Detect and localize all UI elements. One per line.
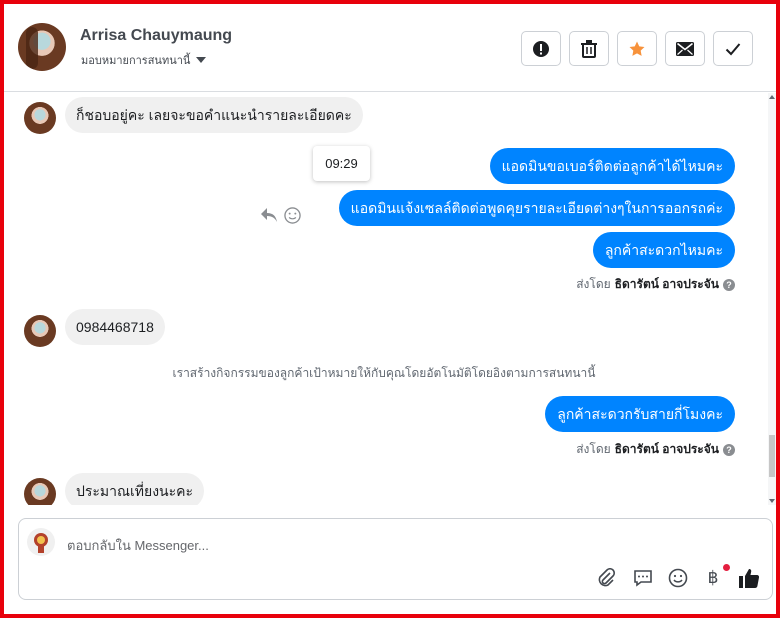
trash-icon — [581, 39, 597, 58]
sent-by-meta: ส่งโดย ธิดารัตน์ อาจประจัน ? — [576, 440, 735, 459]
saved-replies-button[interactable] — [631, 566, 655, 590]
sent-by-meta: ส่งโดย ธิดารัตน์ อาจประจัน ? — [576, 275, 735, 294]
incoming-message[interactable]: 0984468718 — [65, 309, 165, 345]
chat-icon — [634, 570, 652, 587]
contact-avatar-small — [24, 478, 56, 505]
help-icon[interactable]: ? — [723, 443, 735, 456]
help-icon[interactable]: ? — [723, 278, 735, 291]
caret-down-icon — [196, 57, 207, 63]
outgoing-message[interactable]: ลูกค้าสะดวกไหมคะ — [592, 232, 735, 268]
emoji-icon — [668, 568, 688, 588]
scroll-down-icon[interactable] — [769, 499, 775, 503]
sent-by-label: ส่งโดย — [576, 277, 611, 291]
time-tooltip: 09:29 — [313, 146, 370, 181]
notification-dot — [723, 564, 730, 571]
sent-by-name: ธิดารัตน์ อาจประจัน — [614, 277, 719, 291]
incoming-message[interactable]: ก็ชอบอยู่คะ เลยจะขอคำแนะนำรายละเอียดคะ — [65, 97, 363, 133]
assign-dropdown[interactable]: มอบหมายการสนทนานี้ — [81, 51, 207, 69]
like-button[interactable] — [737, 566, 761, 590]
check-icon — [725, 42, 741, 55]
outgoing-message[interactable]: ลูกค้าสะดวกรับสายกี่โมงคะ — [545, 396, 735, 432]
baht-icon: ฿ — [707, 568, 719, 588]
delete-button[interactable] — [569, 31, 609, 66]
star-button[interactable] — [617, 31, 657, 66]
reply-input[interactable]: ตอบกลับใน Messenger... — [67, 535, 209, 556]
star-icon — [629, 41, 645, 56]
emoji-button[interactable] — [666, 566, 690, 590]
system-note: เราสร้างกิจกรรมของลูกค้าเป้าหมายให้กับคุ… — [172, 366, 596, 380]
envelope-icon — [676, 41, 694, 56]
exclamation-icon — [533, 40, 549, 57]
scroll-up-icon[interactable] — [769, 95, 775, 99]
contact-avatar-small — [24, 102, 56, 134]
message-list[interactable]: ก็ชอบอยู่คะ เลยจะขอคำแนะนำรายละเอียดคะ 0… — [4, 93, 769, 505]
page-avatar — [27, 528, 55, 556]
paperclip-icon — [598, 568, 616, 587]
outgoing-message[interactable]: แอดมินขอเบอร์ติดต่อลูกค้าได้ไหมคะ — [489, 148, 735, 184]
sent-by-name: ธิดารัตน์ อาจประจัน — [614, 442, 719, 456]
done-button[interactable] — [713, 31, 753, 66]
composer: ตอบกลับใน Messenger... ฿ — [18, 518, 773, 600]
conversation-header: Arrisa Chauymaung มอบหมายการสนทนานี้ — [4, 4, 776, 92]
scroll-thumb[interactable] — [769, 435, 775, 477]
contact-avatar[interactable] — [18, 23, 66, 71]
report-button[interactable] — [521, 31, 561, 66]
outgoing-message[interactable]: แอดมินแจ้งเซลล์ติดต่อพูดคุยรายละเอียดต่า… — [338, 190, 735, 226]
payment-button[interactable]: ฿ — [701, 566, 725, 590]
reply-icon[interactable] — [260, 207, 278, 223]
emoji-react-icon[interactable] — [284, 207, 301, 224]
scrollbar[interactable] — [768, 93, 776, 505]
assign-label: มอบหมายการสนทนานี้ — [81, 55, 191, 67]
contact-name[interactable]: Arrisa Chauymaung — [80, 27, 232, 45]
sent-by-label: ส่งโดย — [576, 442, 611, 456]
thumbs-up-icon — [739, 569, 760, 588]
attach-button[interactable] — [595, 566, 619, 590]
incoming-message[interactable]: ประมาณเที่ยงนะคะ — [65, 473, 205, 505]
mail-button[interactable] — [665, 31, 705, 66]
contact-avatar-small — [24, 315, 56, 347]
